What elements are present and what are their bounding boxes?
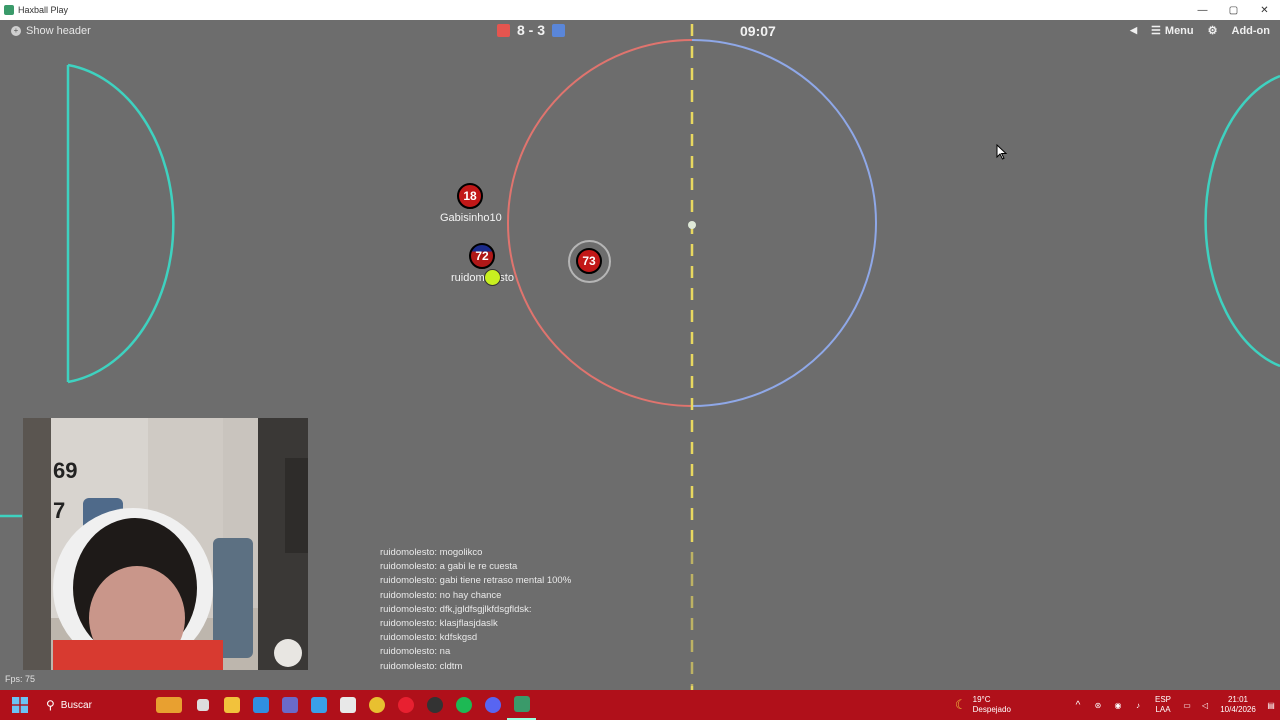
player-name: Gabisinho10 [440,212,502,224]
windows-taskbar: ⚲ Buscar ☾ 19°C Despejado ^ ⊛ ◉ ♪ ESP LA… [0,690,1280,720]
spotify-icon[interactable] [449,690,478,720]
webcam-overlay: 69 7 [23,418,308,670]
chrome-icon[interactable] [362,690,391,720]
notepad-icon[interactable] [304,690,333,720]
chat-line: ruidomolesto: dfk,jgldfsgjlkfdsgfldsk: [380,603,532,615]
haxball-app-icon [4,5,14,15]
search-icon: ⚲ [46,698,55,712]
blue-team-swatch [552,23,566,37]
window-controls: — ▢ ✕ [1187,0,1280,20]
notification-icon[interactable]: ▤ [1262,701,1280,710]
webcam-image [23,418,308,670]
chat-line: ruidomolesto: cldtm [380,660,463,672]
start-button[interactable] [0,690,40,720]
clock-date: 10/4/2026 [1220,705,1256,714]
kickoff-spot [688,221,696,229]
show-header-button[interactable]: + Show header [11,25,91,37]
maximize-button[interactable]: ▢ [1218,0,1249,20]
close-button[interactable]: ✕ [1249,0,1280,20]
plus-icon: + [11,26,21,36]
center-circle-blue-half [691,39,877,407]
mouse-cursor-icon [996,144,1008,160]
right-penalty-arc [1204,74,1280,368]
chat-line: ruidomolesto: klasjflasjdaslk [380,617,498,629]
steam-icon[interactable]: ◉ [1108,701,1128,710]
scoreboard: 8 - 3 [497,22,566,38]
weather-temp: 19°C [972,695,991,704]
snipping-tool-icon[interactable] [333,690,362,720]
show-header-label: Show header [26,25,91,37]
hud-right-menu: ◀ ☰ Menu ⚙ Add-on [1130,24,1270,38]
game-hud: + Show header 8 - 3 09:07 ◀ ☰ Menu ⚙ Add… [0,20,1280,42]
ball [484,269,501,286]
window-titlebar: Haxball Play — ▢ ✕ [0,0,1280,20]
weather-widget[interactable]: ☾ 19°C Despejado [955,690,1011,720]
menu-button[interactable]: ☰ Menu [1151,24,1194,38]
score-text: 8 - 3 [517,22,546,38]
opera-icon[interactable] [391,690,420,720]
store-icon[interactable] [246,690,275,720]
center-circle-red-half [507,39,693,407]
player-disc-18: 18 [457,183,483,209]
chat-line: ruidomolesto: gabi tiene retraso mental … [380,575,572,587]
player-disc-72: 72 [469,243,495,269]
chat-line: ruidomolesto: no hay chance [380,589,502,601]
chat-line: ruidomolesto: mogolikco [380,547,483,558]
network-app-icon[interactable]: ⊛ [1088,701,1108,710]
poster-text: 7 [53,498,66,523]
language-indicator[interactable]: ESP LAA [1148,695,1178,715]
weather-desc: Despejado [972,705,1011,714]
chat-line: ruidomolesto: kdfskgsd [380,632,478,644]
minimize-button[interactable]: — [1187,0,1218,20]
player-number: 72 [475,249,489,263]
chat-line: ruidomolesto: a gabi le re cuesta [380,561,518,573]
lang-line2: LAA [1155,705,1171,714]
file-explorer-icon[interactable] [217,690,246,720]
lang-line1: ESP [1154,695,1171,704]
sound-icon[interactable]: ◀ [1130,25,1137,36]
addon-button[interactable]: Add-on [1232,25,1270,37]
system-tray: ^ ⊛ ◉ ♪ ESP LAA ▭ ◁ 21:01 10/4/2026 ▤ [1068,690,1280,720]
poster-text: 69 [53,458,78,483]
task-view-icon[interactable] [188,690,217,720]
search-label: Buscar [60,699,92,711]
moon-icon: ☾ [955,697,967,712]
clock-time: 21:01 [1227,695,1249,704]
taskbar-search[interactable]: ⚲ Buscar [40,690,188,720]
microphone-icon[interactable]: ♪ [1128,701,1148,710]
player-number: 73 [582,254,596,268]
discord-icon[interactable] [478,690,507,720]
gear-icon[interactable]: ⚙ [1208,24,1218,37]
hamburger-icon: ☰ [1151,25,1161,37]
player-number: 18 [463,189,477,203]
left-penalty-arc [67,63,175,384]
chat-log: ruidomolesto: mogolikco ruidomolesto: a … [374,544,898,686]
fps-counter: Fps: 75 [5,674,36,684]
red-team-swatch [497,23,510,37]
volume-icon[interactable]: ◁ [1196,701,1214,710]
display-icon[interactable]: ▭ [1178,701,1196,710]
windows-logo-icon [12,697,28,713]
player-disc-73: 73 [576,248,602,274]
menu-label: Menu [1164,24,1194,37]
player-name: ruidomolesto [451,272,514,284]
clock[interactable]: 21:01 10/4/2026 [1214,695,1262,715]
match-timer: 09:07 [740,23,776,39]
chat-line: ruidomolesto: na [380,646,451,658]
teams-icon[interactable] [275,690,304,720]
search-highlight-icon [156,697,182,713]
window-title: Haxball Play [18,5,69,15]
obs-icon[interactable] [420,690,449,720]
haxball-taskbar-icon[interactable] [507,690,536,720]
chevron-up-icon[interactable]: ^ [1068,700,1088,711]
